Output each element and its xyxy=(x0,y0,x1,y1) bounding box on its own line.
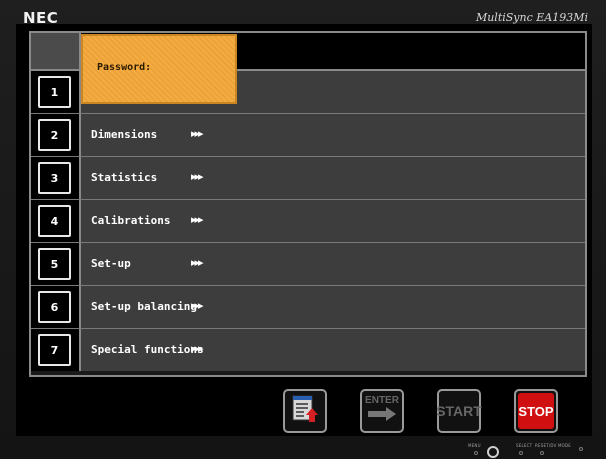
menu-number-button[interactable]: 5 xyxy=(38,248,71,280)
start-button[interactable]: START xyxy=(436,389,482,433)
menu-row-set-up-balancing[interactable]: 6 Set-up balancing ▸▸▸ xyxy=(31,286,585,329)
menu-control-button[interactable] xyxy=(474,451,478,455)
reset-control-label: RESET/DV MODE xyxy=(535,443,571,448)
header-corner xyxy=(31,33,81,69)
submenu-arrows-icon: ▸▸▸ xyxy=(191,256,204,269)
menu-row-special-functions[interactable]: 7 Special functions ▸▸▸ xyxy=(31,329,585,372)
submenu-arrows-icon: ▸▸▸ xyxy=(191,127,204,140)
indicator-dot xyxy=(579,447,583,451)
enter-label: ENTER xyxy=(365,395,399,406)
menu-number-button[interactable]: 2 xyxy=(38,119,71,151)
menu-row-calibrations[interactable]: 4 Calibrations ▸▸▸ xyxy=(31,200,585,243)
menu-label: Special functions xyxy=(91,343,204,356)
model-name: MultiSync EA193Mi xyxy=(475,11,588,24)
submenu-arrows-icon: ▸▸▸ xyxy=(191,213,204,226)
list-upload-icon xyxy=(290,394,320,428)
menu-label: Set-up balancing xyxy=(91,300,197,313)
menu-row-dimensions[interactable]: 2 Dimensions ▸▸▸ xyxy=(31,114,585,157)
menu-number-button[interactable]: 3 xyxy=(38,162,71,194)
select-control-label: SELECT xyxy=(516,443,533,448)
stop-button[interactable]: STOP xyxy=(514,389,558,433)
menu-number-button[interactable]: 7 xyxy=(38,334,71,366)
menu-label: Statistics xyxy=(91,171,158,184)
password-dialog[interactable]: Password: xyxy=(81,34,237,104)
menu-number-button[interactable]: 1 xyxy=(38,76,71,108)
reset-control-button[interactable] xyxy=(540,451,544,455)
menu-label: Dimensions xyxy=(91,128,158,141)
submenu-arrows-icon: ▸▸▸ xyxy=(191,342,204,355)
power-button-icon[interactable] xyxy=(487,446,499,458)
start-label: START xyxy=(436,403,482,419)
password-label: Password: xyxy=(97,62,152,73)
submenu-arrows-icon: ▸▸▸ xyxy=(191,170,204,183)
menu-label: Set-up xyxy=(91,257,131,270)
menu-row-statistics[interactable]: 3 Statistics ▸▸▸ xyxy=(31,157,585,200)
menu-control-label: MENU xyxy=(468,443,481,448)
enter-button[interactable]: ENTER xyxy=(360,389,404,433)
enter-arrow-icon xyxy=(366,406,398,426)
menu-number-button[interactable]: 6 xyxy=(38,291,71,323)
menu-row-set-up[interactable]: 5 Set-up ▸▸▸ xyxy=(31,243,585,286)
menu-number-button[interactable]: 4 xyxy=(38,205,71,237)
stop-label: STOP xyxy=(518,403,554,419)
select-control-button[interactable] xyxy=(519,451,523,455)
submenu-arrows-icon: ▸▸▸ xyxy=(191,299,204,312)
menu-label: Calibrations xyxy=(91,214,171,227)
list-upload-button[interactable] xyxy=(283,389,327,433)
